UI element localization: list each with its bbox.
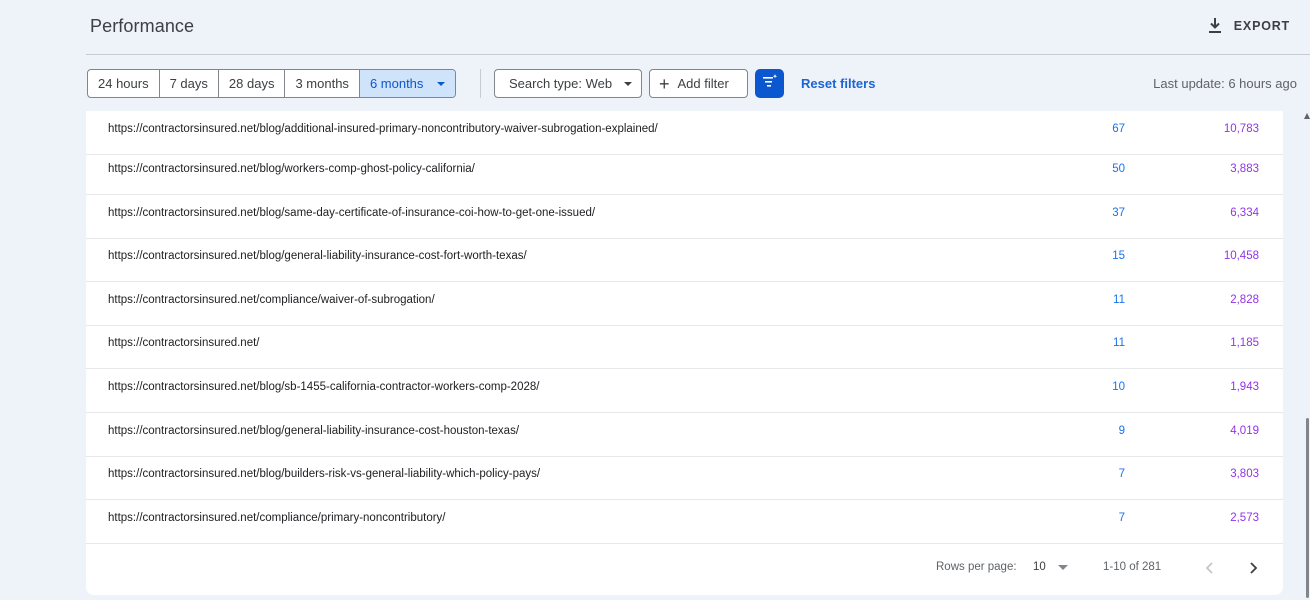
dropdown-caret-icon	[624, 81, 633, 86]
row-impressions: 10,783	[1223, 123, 1259, 135]
row-impressions: 6,334	[1230, 207, 1259, 219]
row-impressions: 3,883	[1230, 163, 1259, 175]
row-impressions: 2,828	[1230, 294, 1259, 306]
row-url[interactable]: https://contractorsinsured.net/blog/gene…	[108, 413, 519, 449]
row-url[interactable]: https://contractorsinsured.net/blog/buil…	[108, 456, 540, 492]
table-row[interactable]: https://contractorsinsured.net/complianc…	[86, 282, 1283, 326]
plus-icon: +	[659, 73, 670, 94]
filter-sort-icon	[762, 74, 778, 93]
table-row[interactable]: https://contractorsinsured.net/ 11 1,185	[86, 325, 1283, 369]
row-clicks: 10	[1112, 381, 1125, 393]
row-url[interactable]: https://contractorsinsured.net/blog/sb-1…	[108, 369, 539, 405]
search-type-label: Search type: Web	[509, 76, 613, 91]
page-range-text: 1-10 of 281	[1103, 561, 1162, 573]
row-impressions: 10,458	[1223, 250, 1259, 262]
filter-separator	[480, 69, 481, 98]
reset-filters-link[interactable]: Reset filters	[801, 76, 875, 91]
table-row[interactable]: https://contractorsinsured.net/blog/gene…	[86, 238, 1283, 282]
row-impressions: 4,019	[1230, 425, 1259, 437]
row-impressions: 2,573	[1230, 512, 1259, 524]
row-clicks: 11	[1113, 337, 1125, 349]
date-range-6-months-label: 6 months	[369, 76, 424, 91]
row-url[interactable]: https://contractorsinsured.net/blog/work…	[108, 151, 475, 187]
export-label: EXPORT	[1233, 19, 1290, 33]
date-range-24-hours[interactable]: 24 hours	[88, 70, 160, 97]
rows-per-page-value: 10	[1033, 561, 1046, 573]
row-url[interactable]: https://contractorsinsured.net/complianc…	[108, 282, 435, 318]
date-range-selector: 24 hours 7 days 28 days 3 months 6 month…	[87, 69, 457, 98]
previous-page-button[interactable]	[1202, 560, 1218, 576]
dropdown-caret-icon	[1057, 564, 1068, 570]
pages-table: https://contractorsinsured.net/blog/addi…	[86, 111, 1283, 595]
page-title: Performance	[90, 16, 195, 36]
dropdown-caret-icon	[437, 81, 446, 86]
last-update-text: Last update: 6 hours ago	[1153, 76, 1297, 91]
row-url[interactable]: https://contractorsinsured.net/blog/addi…	[108, 111, 658, 147]
search-type-dropdown[interactable]: Search type: Web	[494, 69, 642, 98]
row-clicks: 7	[1118, 468, 1125, 480]
date-range-6-months[interactable]: 6 months	[359, 70, 456, 97]
row-url[interactable]: https://contractorsinsured.net/blog/same…	[108, 195, 595, 231]
row-url[interactable]: https://contractorsinsured.net/blog/gene…	[108, 238, 527, 274]
download-icon	[1208, 18, 1222, 34]
table-row[interactable]: https://contractorsinsured.net/blog/sb-1…	[86, 369, 1283, 413]
add-filter-label: Add filter	[677, 76, 729, 91]
row-url[interactable]: https://contractorsinsured.net/	[108, 325, 260, 361]
rows-per-page-select[interactable]: 10	[1033, 561, 1068, 573]
chevron-right-icon	[1250, 562, 1258, 574]
row-clicks: 11	[1113, 294, 1125, 306]
rows-per-page-label: Rows per page:	[936, 561, 1017, 573]
row-url[interactable]: https://contractorsinsured.net/complianc…	[108, 500, 446, 536]
table-row[interactable]: https://contractorsinsured.net/blog/work…	[86, 151, 1283, 195]
row-clicks: 9	[1118, 425, 1125, 437]
date-range-3-months[interactable]: 3 months	[285, 70, 360, 97]
row-impressions: 1,185	[1230, 337, 1259, 349]
table-row[interactable]: https://contractorsinsured.net/complianc…	[86, 500, 1283, 544]
table-row[interactable]: https://contractorsinsured.net/blog/buil…	[86, 456, 1283, 500]
date-range-7-days[interactable]: 7 days	[160, 70, 219, 97]
next-page-button[interactable]	[1245, 560, 1261, 576]
table-row[interactable]: https://contractorsinsured.net/blog/addi…	[86, 111, 1283, 155]
filter-bar: 24 hours 7 days 28 days 3 months 6 month…	[0, 55, 1310, 111]
row-clicks: 7	[1118, 512, 1125, 524]
date-range-28-days[interactable]: 28 days	[219, 70, 286, 97]
row-impressions: 1,943	[1230, 381, 1259, 393]
table-row[interactable]: https://contractorsinsured.net/blog/same…	[86, 195, 1283, 239]
row-clicks: 50	[1112, 163, 1125, 175]
row-impressions: 3,803	[1230, 468, 1259, 480]
header: Performance EXPORT	[0, 0, 1310, 55]
export-button[interactable]: EXPORT	[1208, 15, 1290, 37]
row-clicks: 15	[1112, 250, 1125, 262]
add-filter-button[interactable]: + Add filter	[649, 69, 748, 98]
page-scrollbar[interactable]	[1306, 418, 1309, 598]
chevron-left-icon	[1205, 562, 1213, 574]
scroll-up-arrow-icon[interactable]	[1304, 113, 1310, 119]
table-row[interactable]: https://contractorsinsured.net/blog/gene…	[86, 413, 1283, 457]
filter-options-button[interactable]	[755, 69, 784, 98]
row-clicks: 37	[1112, 207, 1125, 219]
row-clicks: 67	[1112, 123, 1125, 135]
pagination: Rows per page: 10 1-10 of 281	[86, 549, 1283, 589]
